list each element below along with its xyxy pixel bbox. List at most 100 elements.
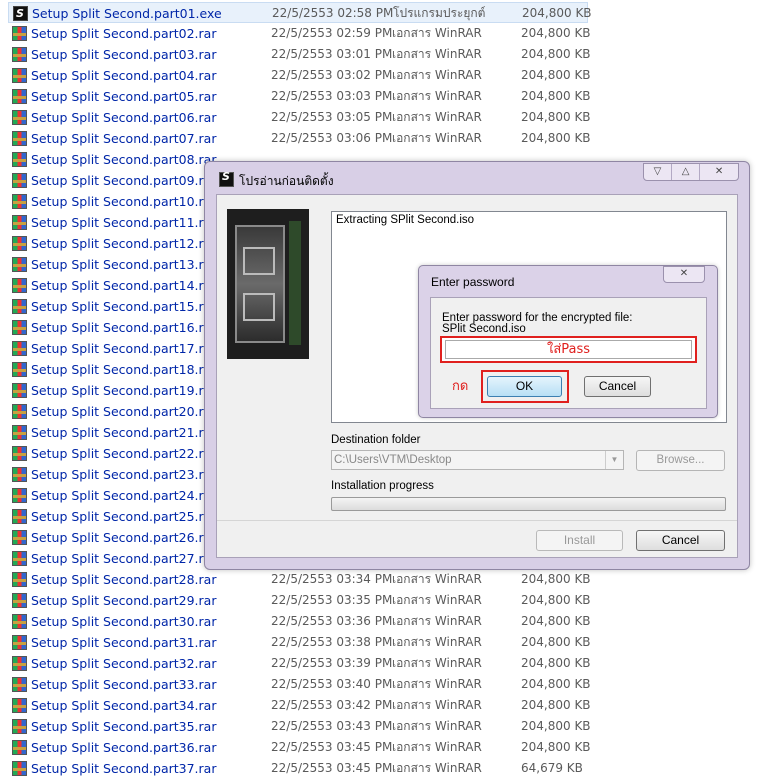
file-size: 204,800 KB bbox=[521, 572, 591, 586]
file-row[interactable]: Setup Split Second.part29.rar 22/5/2553 0… bbox=[0, 590, 765, 611]
rar-icon bbox=[12, 593, 27, 608]
file-name: Setup Split Second.part16.rar bbox=[31, 320, 217, 335]
chevron-down-icon[interactable]: ▼ bbox=[605, 451, 623, 469]
file-row[interactable]: Setup Split Second.part05.rar 22/5/2553 0… bbox=[0, 86, 765, 107]
file-name: Setup Split Second.part27.rar bbox=[31, 551, 217, 566]
install-button[interactable]: Install bbox=[536, 530, 623, 551]
file-date: 22/5/2553 03:38 PM bbox=[271, 635, 393, 649]
file-date: 22/5/2553 02:58 PM bbox=[272, 6, 394, 20]
close-icon[interactable]: ✕ bbox=[663, 266, 705, 283]
file-size: 204,800 KB bbox=[521, 68, 591, 82]
rar-icon bbox=[12, 257, 27, 272]
file-name: Setup Split Second.part13.rar bbox=[31, 257, 217, 272]
divider bbox=[217, 520, 737, 521]
file-row[interactable]: Setup Split Second.part30.rar 22/5/2553 0… bbox=[0, 611, 765, 632]
rar-icon bbox=[12, 26, 27, 41]
rar-icon bbox=[12, 446, 27, 461]
file-type: เอกสาร WinRAR bbox=[392, 593, 482, 607]
ok-button[interactable]: OK bbox=[487, 376, 562, 397]
file-row[interactable]: Setup Split Second.part35.rar 22/5/2553 0… bbox=[0, 716, 765, 737]
file-row[interactable]: Setup Split Second.part34.rar 22/5/2553 0… bbox=[0, 695, 765, 716]
password-input-highlight: ใส่Pass bbox=[440, 336, 697, 363]
rar-icon bbox=[12, 152, 27, 167]
password-dialog: Enter password ✕ Enter password for the … bbox=[418, 265, 718, 418]
file-name: Setup Split Second.part09.rar bbox=[31, 173, 217, 188]
file-row[interactable]: Setup Split Second.part28.rar 22/5/2553 0… bbox=[0, 569, 765, 590]
destination-field[interactable]: C:\Users\VTM\Desktop ▼ bbox=[331, 450, 624, 470]
file-type: เอกสาร WinRAR bbox=[392, 740, 482, 754]
cover-stripe-graphic bbox=[289, 221, 301, 345]
file-row[interactable]: Setup Split Second.part31.rar 22/5/2553 0… bbox=[0, 632, 765, 653]
cancel-button[interactable]: Cancel bbox=[636, 530, 725, 551]
file-name: Setup Split Second.part25.rar bbox=[31, 509, 217, 524]
password-input[interactable]: ใส่Pass bbox=[445, 340, 692, 359]
file-type: เอกสาร WinRAR bbox=[392, 110, 482, 124]
installation-progress-bar bbox=[331, 497, 726, 511]
file-row[interactable]: Setup Split Second.part36.rar 22/5/2553 0… bbox=[0, 737, 765, 758]
file-size: 204,800 KB bbox=[521, 740, 591, 754]
rar-icon bbox=[12, 635, 27, 650]
file-name: Setup Split Second.part18.rar bbox=[31, 362, 217, 377]
caption-buttons: ▽ △ ✕ bbox=[643, 163, 739, 181]
password-dialog-client: Enter password for the encrypted file: S… bbox=[430, 297, 707, 409]
file-size: 204,800 KB bbox=[521, 89, 591, 103]
file-name: Setup Split Second.part29.rar bbox=[31, 593, 217, 608]
log-line: Extracting SPlit Second.iso bbox=[336, 214, 475, 226]
rar-icon bbox=[12, 110, 27, 125]
file-size: 204,800 KB bbox=[521, 656, 591, 670]
file-date: 22/5/2553 03:35 PM bbox=[271, 593, 393, 607]
file-type: เอกสาร WinRAR bbox=[392, 68, 482, 82]
file-name: Setup Split Second.part24.rar bbox=[31, 488, 217, 503]
file-size: 204,800 KB bbox=[521, 131, 591, 145]
file-date: 22/5/2553 03:45 PM bbox=[271, 761, 393, 775]
rar-icon bbox=[12, 677, 27, 692]
minimize-icon[interactable]: ▽ bbox=[644, 164, 673, 180]
rar-icon bbox=[12, 404, 27, 419]
file-date: 22/5/2553 02:59 PM bbox=[271, 26, 393, 40]
file-row[interactable]: Setup Split Second.part32.rar 22/5/2553 0… bbox=[0, 653, 765, 674]
file-type: เอกสาร WinRAR bbox=[392, 89, 482, 103]
file-size: 64,679 KB bbox=[521, 761, 583, 775]
file-name: Setup Split Second.part34.rar bbox=[31, 698, 217, 713]
file-row[interactable]: Setup Split Second.part37.rar 22/5/2553 0… bbox=[0, 758, 765, 779]
file-row[interactable]: Setup Split Second.part02.rar 22/5/2553 0… bbox=[0, 23, 765, 44]
file-type: เอกสาร WinRAR bbox=[392, 677, 482, 691]
file-date: 22/5/2553 03:05 PM bbox=[271, 110, 393, 124]
file-name: Setup Split Second.part04.rar bbox=[31, 68, 217, 83]
file-row[interactable]: Setup Split Second.part06.rar 22/5/2553 0… bbox=[0, 107, 765, 128]
rar-icon bbox=[12, 509, 27, 524]
file-row[interactable]: Setup Split Second.part04.rar 22/5/2553 0… bbox=[0, 65, 765, 86]
file-size: 204,800 KB bbox=[521, 614, 591, 628]
file-size: 204,800 KB bbox=[521, 677, 591, 691]
maximize-icon[interactable]: △ bbox=[672, 164, 701, 180]
file-row[interactable]: Setup Split Second.part33.rar 22/5/2553 0… bbox=[0, 674, 765, 695]
rar-icon bbox=[12, 488, 27, 503]
rar-icon bbox=[12, 761, 27, 776]
file-type: เอกสาร WinRAR bbox=[392, 26, 482, 40]
file-date: 22/5/2553 03:45 PM bbox=[271, 740, 393, 754]
app-icon bbox=[219, 170, 234, 187]
rar-icon bbox=[12, 131, 27, 146]
file-type: เอกสาร WinRAR bbox=[392, 719, 482, 733]
file-name: Setup Split Second.part19.rar bbox=[31, 383, 217, 398]
file-size: 204,800 KB bbox=[521, 698, 591, 712]
file-size: 204,800 KB bbox=[521, 110, 591, 124]
rar-icon bbox=[12, 341, 27, 356]
browse-button[interactable]: Browse... bbox=[636, 450, 725, 471]
password-cancel-button[interactable]: Cancel bbox=[584, 376, 651, 397]
file-row[interactable]: Setup Split Second.part07.rar 22/5/2553 0… bbox=[0, 128, 765, 149]
file-row[interactable]: Setup Split Second.part01.exe 22/5/2553 0… bbox=[8, 2, 592, 24]
password-dialog-title: Enter password bbox=[431, 275, 515, 289]
file-name: Setup Split Second.part03.rar bbox=[31, 47, 217, 62]
file-name: Setup Split Second.part23.rar bbox=[31, 467, 217, 482]
rar-icon bbox=[12, 467, 27, 482]
rar-icon bbox=[12, 278, 27, 293]
file-name: Setup Split Second.part05.rar bbox=[31, 89, 217, 104]
destination-label: Destination folder bbox=[331, 434, 421, 446]
file-type: เอกสาร WinRAR bbox=[392, 131, 482, 145]
rar-icon bbox=[12, 719, 27, 734]
file-row[interactable]: Setup Split Second.part03.rar 22/5/2553 0… bbox=[0, 44, 765, 65]
file-date: 22/5/2553 03:39 PM bbox=[271, 656, 393, 670]
exe-icon bbox=[13, 3, 28, 24]
close-icon[interactable]: ✕ bbox=[700, 164, 738, 180]
